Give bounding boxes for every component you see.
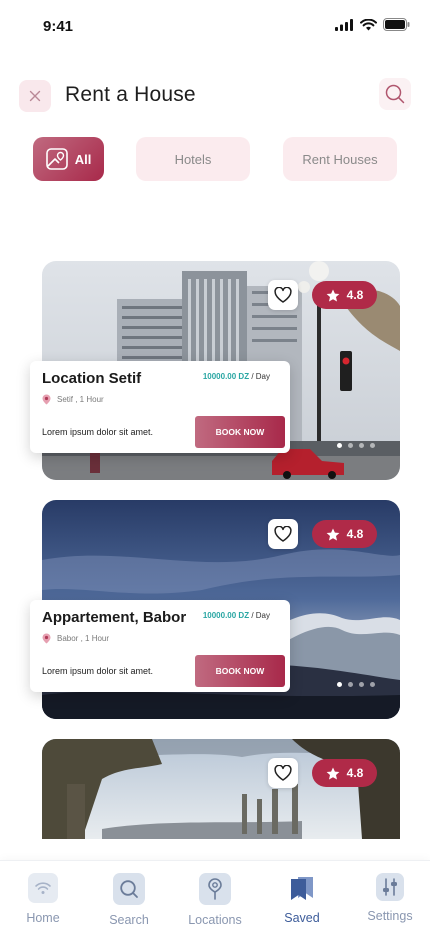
favorite-button[interactable] [268,758,298,788]
rating-value: 4.8 [346,527,364,541]
location-pin-icon [199,873,231,905]
heart-icon [274,765,292,781]
book-now-button[interactable]: BOOK NOW [195,416,285,448]
tab-rent-houses-label: Rent Houses [302,151,378,167]
location-text: Babor , 1 Hour [57,634,110,643]
nav-search-label: Search [109,913,149,927]
nav-saved[interactable]: Saved [262,873,342,925]
star-icon [326,289,340,301]
nav-home-label: Home [26,911,60,925]
location-text: Setif , 1 Hour [57,395,104,404]
carousel-dots[interactable] [337,443,375,448]
bottom-nav: Home Search Locations Saved Settings [0,860,430,932]
property-location: Babor , 1 Hour [42,633,109,644]
close-icon [29,90,41,102]
wifi-home-icon [28,873,58,903]
carousel-dot[interactable] [359,443,364,448]
rating-badge: 4.8 [312,520,377,548]
photo-location-icon [45,148,68,170]
sliders-icon [376,873,404,901]
carousel-dot[interactable] [370,682,375,687]
close-button[interactable] [19,80,51,112]
rating-badge: 4.8 [312,281,377,309]
property-image [42,739,400,839]
nav-home[interactable]: Home [3,873,83,925]
price-amount: 10000.00 DZ [202,611,250,620]
carousel-dot[interactable] [348,682,353,687]
bookmark-icon [287,873,317,903]
carousel-dots[interactable] [337,682,375,687]
signal-icon [335,18,353,31]
property-price: 10000.00 DZ / Day [203,611,270,620]
tab-all-label: All [74,151,92,167]
star-icon [326,528,340,540]
search-icon [113,873,145,905]
location-pin-icon [42,394,51,405]
property-card[interactable]: 4.8 [42,739,400,839]
tab-all[interactable]: All [33,137,104,181]
rating-value: 4.8 [346,288,364,302]
status-bar: 9:41 [0,0,430,52]
heart-icon [274,287,292,303]
nav-settings-label: Settings [367,909,413,923]
tab-rent-houses[interactable]: Rent Houses [283,137,397,181]
heart-icon [274,526,292,542]
star-icon [326,767,340,779]
header: Rent a House [19,78,411,112]
favorite-button[interactable] [268,280,298,310]
nav-saved-label: Saved [284,911,320,925]
property-title: Appartement, Babor [42,609,187,626]
status-time: 9:41 [43,18,74,35]
price-unit: / Day [251,372,270,381]
price-unit: / Day [251,611,270,620]
carousel-dot[interactable] [370,443,375,448]
status-icons [335,18,410,31]
battery-icon [383,18,410,31]
property-location: Setif , 1 Hour [42,394,104,405]
tab-hotels[interactable]: Hotels [136,137,250,181]
rating-value: 4.8 [346,766,364,780]
property-description: Lorem ipsum dolor sit amet. [42,427,154,437]
property-title: Location Setif [42,370,142,387]
property-info-panel: Appartement, Babor 10000.00 DZ / Day Bab… [30,600,290,692]
tab-hotels-label: Hotels [174,151,212,167]
property-info-panel: Location Setif 10000.00 DZ / Day Setif ,… [30,361,290,453]
property-price: 10000.00 DZ / Day [203,372,270,381]
nav-settings[interactable]: Settings [350,873,430,923]
nav-search[interactable]: Search [89,873,169,927]
location-pin-icon [42,633,51,644]
carousel-dot[interactable] [337,443,342,448]
carousel-dot[interactable] [359,682,364,687]
nav-locations-label: Locations [188,913,242,927]
book-now-button[interactable]: BOOK NOW [195,655,285,687]
wifi-icon [360,18,377,30]
favorite-button[interactable] [268,519,298,549]
price-amount: 10000.00 DZ [202,372,250,381]
search-button[interactable] [379,78,411,110]
rating-badge: 4.8 [312,759,377,787]
search-icon [385,84,405,104]
nav-locations[interactable]: Locations [175,873,255,927]
carousel-dot[interactable] [348,443,353,448]
carousel-dot[interactable] [337,682,342,687]
page-title: Rent a House [65,83,196,106]
property-description: Lorem ipsum dolor sit amet. [42,666,154,676]
filter-tabs: All Hotels Rent Houses [33,137,397,181]
